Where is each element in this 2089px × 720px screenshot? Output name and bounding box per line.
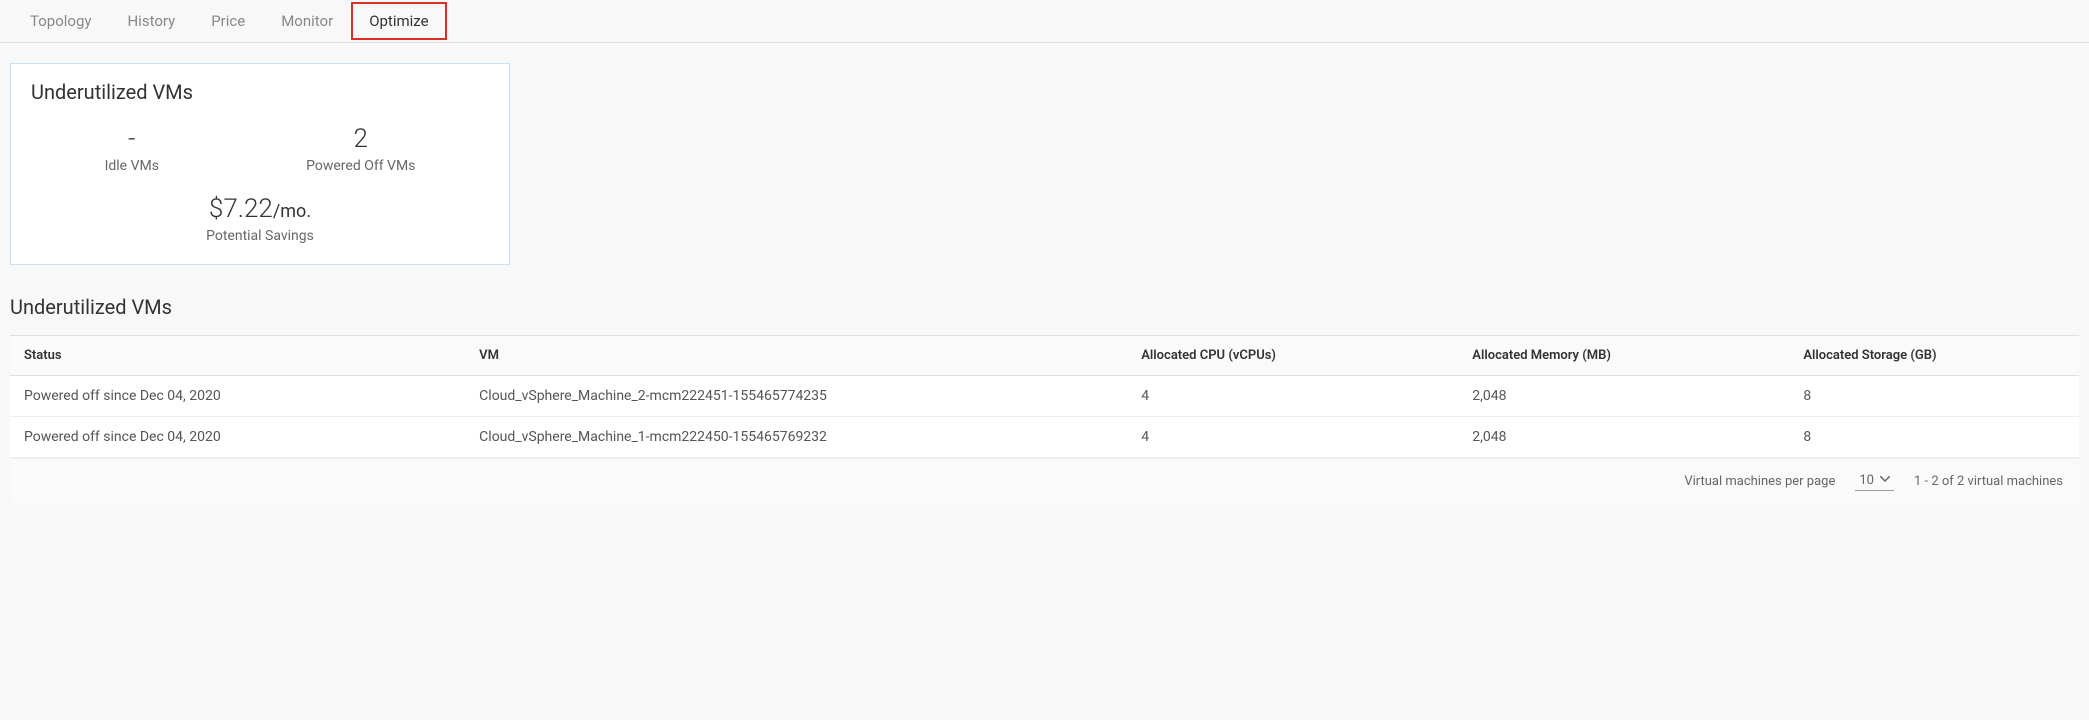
powered-off-vms-value: 2	[306, 124, 415, 154]
pagination-bar: Virtual machines per page 10 1 - 2 of 2 …	[10, 458, 2079, 503]
cell-storage: 8	[1789, 417, 2079, 458]
col-header-memory[interactable]: Allocated Memory (MB)	[1458, 336, 1789, 376]
pagination-range: 1 - 2 of 2 virtual machines	[1914, 474, 2063, 489]
table-row[interactable]: Powered off since Dec 04, 2020 Cloud_vSp…	[10, 417, 2079, 458]
cell-cpu: 4	[1127, 417, 1458, 458]
tab-history[interactable]: History	[109, 0, 193, 42]
col-header-cpu[interactable]: Allocated CPU (vCPUs)	[1127, 336, 1458, 376]
idle-vms-stat: - Idle VMs	[105, 124, 159, 174]
tab-topology[interactable]: Topology	[12, 0, 109, 42]
savings-line: $7.22/mo.	[31, 194, 489, 224]
savings-label: Potential Savings	[31, 228, 489, 244]
idle-vms-label: Idle VMs	[105, 158, 159, 174]
tab-optimize[interactable]: Optimize	[351, 2, 446, 40]
cell-storage: 8	[1789, 376, 2079, 417]
chevron-down-icon	[1880, 476, 1890, 486]
savings-suffix: /mo.	[273, 201, 311, 222]
tab-bar: Topology History Price Monitor Optimize	[0, 0, 2089, 43]
savings-value: $7.22	[209, 194, 273, 224]
cell-cpu: 4	[1127, 376, 1458, 417]
col-header-storage[interactable]: Allocated Storage (GB)	[1789, 336, 2079, 376]
vms-table: Status VM Allocated CPU (vCPUs) Allocate…	[10, 335, 2079, 458]
stats-row: - Idle VMs 2 Powered Off VMs	[31, 124, 489, 174]
idle-vms-value: -	[105, 124, 159, 154]
powered-off-vms-label: Powered Off VMs	[306, 158, 415, 174]
cell-vm: Cloud_vSphere_Machine_2-mcm222451-155465…	[465, 376, 1127, 417]
col-header-status[interactable]: Status	[10, 336, 465, 376]
section-title: Underutilized VMs	[10, 295, 2079, 319]
cell-memory: 2,048	[1458, 376, 1789, 417]
tab-price[interactable]: Price	[193, 0, 263, 42]
cell-memory: 2,048	[1458, 417, 1789, 458]
content-area: Underutilized VMs - Idle VMs 2 Powered O…	[0, 43, 2089, 513]
page-size-value: 10	[1859, 473, 1874, 488]
card-title: Underutilized VMs	[31, 80, 489, 104]
potential-savings: $7.22/mo. Potential Savings	[31, 194, 489, 244]
cell-vm: Cloud_vSphere_Machine_1-mcm222450-155465…	[465, 417, 1127, 458]
underutilized-vms-card: Underutilized VMs - Idle VMs 2 Powered O…	[10, 63, 510, 265]
col-header-vm[interactable]: VM	[465, 336, 1127, 376]
table-row[interactable]: Powered off since Dec 04, 2020 Cloud_vSp…	[10, 376, 2079, 417]
tab-monitor[interactable]: Monitor	[263, 0, 351, 42]
powered-off-vms-stat: 2 Powered Off VMs	[306, 124, 415, 174]
cell-status: Powered off since Dec 04, 2020	[10, 417, 465, 458]
page-size-select[interactable]: 10	[1855, 471, 1894, 491]
table-header-row: Status VM Allocated CPU (vCPUs) Allocate…	[10, 336, 2079, 376]
per-page-label: Virtual machines per page	[1684, 474, 1835, 489]
cell-status: Powered off since Dec 04, 2020	[10, 376, 465, 417]
